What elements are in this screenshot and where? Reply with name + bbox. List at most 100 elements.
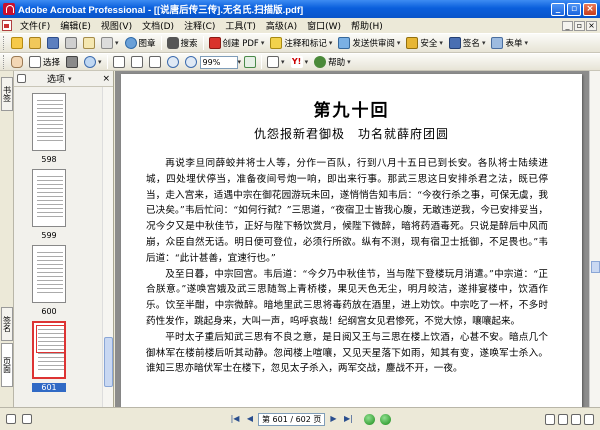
create-pdf-button[interactable]: 创建 PDF ▾ — [206, 35, 268, 51]
status-bar: |◀ ◀ 第 601 / 602 页 ▶ ▶| — [0, 407, 600, 430]
next-view-icon[interactable] — [380, 413, 392, 425]
zoom-tool-button[interactable]: ▾ — [81, 54, 105, 70]
window-title: Adobe Acrobat Professional - [[说唐后传三传].无… — [18, 5, 304, 16]
select-tool-button[interactable]: 选择 — [26, 54, 63, 70]
continuous-icon[interactable] — [558, 413, 568, 425]
menu-help[interactable]: 帮助(H) — [346, 19, 388, 32]
search-button[interactable]: 搜索 — [164, 35, 201, 51]
rotate-button[interactable] — [241, 54, 259, 70]
thumbnail-scroll-thumb[interactable] — [104, 337, 113, 387]
tab-bookmarks[interactable]: 书签 — [1, 77, 13, 111]
facing-icon[interactable] — [571, 413, 581, 425]
print-button[interactable] — [62, 35, 80, 51]
options-button[interactable]: 选项 — [47, 72, 65, 85]
single-page-icon[interactable] — [545, 413, 555, 425]
toolbar-grip[interactable] — [3, 55, 6, 69]
document-view: 第九十回 仇怨报新君御极 功名就薛府团圆 再说李旦同薛蛟并将士人等，分作一百队，… — [115, 71, 589, 407]
hand-tool-button[interactable] — [8, 54, 26, 70]
options-icon[interactable] — [6, 414, 16, 424]
doc-close-button[interactable]: × — [586, 20, 597, 31]
help-label: 帮助 — [328, 58, 346, 68]
restore-button[interactable]: ▫ — [567, 2, 581, 16]
save-icon — [47, 37, 59, 49]
zoom-out-button[interactable] — [164, 54, 182, 70]
forms-label: 表单 — [505, 39, 523, 49]
toolbar-grip[interactable] — [3, 36, 6, 50]
page-number-input[interactable]: 第 601 / 602 页 — [258, 412, 326, 426]
menu-window[interactable]: 窗口(W) — [302, 19, 346, 32]
save-button[interactable] — [44, 35, 62, 51]
actual-size-button[interactable] — [110, 54, 128, 70]
menu-edit[interactable]: 编辑(E) — [55, 19, 96, 32]
email-button[interactable] — [80, 35, 98, 51]
page-body-text: 再说李旦同薛蛟并将士人等，分作一百队，行到八月十五日已到长安。各队将士陆续进城，… — [146, 156, 548, 377]
page-thumbnail[interactable] — [32, 93, 66, 151]
first-page-button[interactable]: |◀ — [228, 413, 242, 426]
hand-icon — [11, 56, 23, 68]
fit-page-icon — [130, 56, 143, 68]
file-toolbar: ▾ 图章 搜索 创建 PDF ▾ 注释和标记 ▾ 发送供审阅 ▾ 安全 ▾ 签名 ▾ 表单… — [0, 33, 600, 53]
stamp-button[interactable]: 图章 — [122, 35, 159, 51]
page-layout-button[interactable]: ▾ — [264, 54, 288, 70]
document-scroll-thumb[interactable] — [591, 261, 600, 273]
doc-minimize-button[interactable]: _ — [562, 20, 573, 31]
zoom-out-icon — [166, 56, 179, 68]
fit-width-button[interactable] — [146, 54, 164, 70]
minimize-button[interactable]: _ — [551, 2, 565, 16]
tab-pages[interactable]: 页面 — [1, 343, 13, 387]
menu-advanced[interactable]: 高级(A) — [261, 19, 302, 32]
title-bar: Adobe Acrobat Professional - [[说唐后传三传].无… — [0, 0, 600, 18]
next-page-button[interactable]: ▶ — [326, 413, 340, 426]
page-thumbnail-label: 599 — [41, 231, 57, 240]
snapshot-button[interactable] — [63, 54, 81, 70]
current-page-thumbnail-label: 601 — [32, 383, 66, 392]
yahoo-search-button[interactable]: Y! ▾ — [288, 54, 312, 70]
security-button[interactable]: 安全 ▾ — [403, 35, 446, 51]
lock-icon — [406, 37, 419, 49]
menu-file[interactable]: 文件(F) — [15, 19, 55, 32]
page-thumbnail[interactable] — [32, 169, 66, 227]
doc-restore-button[interactable]: ▫ — [574, 20, 585, 31]
sign-button[interactable]: 签名 ▾ — [446, 35, 489, 51]
tab-signatures[interactable]: 签名 — [1, 307, 13, 341]
size-icon — [22, 414, 32, 424]
close-panel-icon[interactable]: × — [102, 74, 110, 84]
menu-tools[interactable]: 工具(T) — [220, 19, 261, 32]
menu-bar: 文件(F) 编辑(E) 视图(V) 文档(D) 注释(C) 工具(T) 高级(A… — [0, 18, 600, 33]
toolbar-separator — [202, 36, 204, 50]
menu-view[interactable]: 视图(V) — [96, 19, 137, 32]
previous-page-button[interactable]: ◀ — [243, 413, 257, 426]
attach-button[interactable]: ▾ — [98, 35, 122, 51]
rotate-icon — [244, 56, 257, 68]
comment-markup-button[interactable]: 注释和标记 ▾ — [267, 35, 335, 51]
search-label: 搜索 — [180, 39, 198, 49]
zoom-in-button[interactable] — [182, 54, 200, 70]
fit-page-button[interactable] — [128, 54, 146, 70]
create-button[interactable] — [8, 35, 26, 51]
menu-document[interactable]: 文档(D) — [137, 19, 179, 32]
security-label: 安全 — [420, 39, 438, 49]
zoom-level-input[interactable]: 99% — [199, 55, 238, 69]
paragraph: 再说李旦同薛蛟并将士人等，分作一百队，行到八月十五日已到长安。各队将士陆续进城，… — [146, 158, 548, 264]
current-page-thumbnail[interactable] — [32, 321, 66, 379]
navigation-rail: 书签 签名 页面 — [0, 71, 14, 407]
send-review-button[interactable]: 发送供审阅 ▾ — [335, 35, 403, 51]
options-dropdown-icon[interactable]: ▾ — [68, 75, 72, 83]
menu-comments[interactable]: 注释(C) — [179, 19, 220, 32]
close-button[interactable]: × — [583, 2, 597, 16]
thumbnail-scrollbar[interactable] — [102, 87, 113, 407]
document-scrollbar[interactable] — [589, 71, 600, 407]
continuous-facing-icon[interactable] — [584, 413, 594, 425]
forms-button[interactable]: 表单 ▾ — [488, 35, 531, 51]
help-button[interactable]: 帮助 ▾ — [311, 54, 354, 70]
thumbnail-view-icon[interactable] — [17, 74, 26, 83]
last-page-button[interactable]: ▶| — [341, 413, 355, 426]
zoom-icon — [84, 56, 97, 68]
text-cursor-icon — [29, 56, 41, 68]
open-button[interactable] — [26, 35, 44, 51]
create-pdf-icon — [208, 37, 221, 49]
previous-view-icon[interactable] — [364, 413, 376, 425]
document-menu-icon[interactable] — [2, 20, 12, 31]
page-thumbnail[interactable] — [32, 245, 66, 303]
create-icon — [11, 37, 23, 49]
